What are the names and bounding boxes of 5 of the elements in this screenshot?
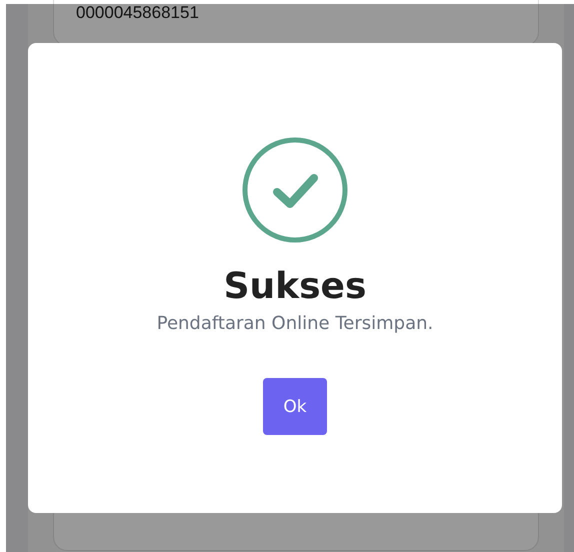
ok-button[interactable]: Ok bbox=[263, 378, 327, 435]
dialog-title: Sukses bbox=[224, 266, 366, 307]
dialog-message: Pendaftaran Online Tersimpan. bbox=[156, 313, 434, 334]
success-check-icon bbox=[241, 136, 349, 244]
record-number: 0000045868151 bbox=[76, 3, 199, 23]
